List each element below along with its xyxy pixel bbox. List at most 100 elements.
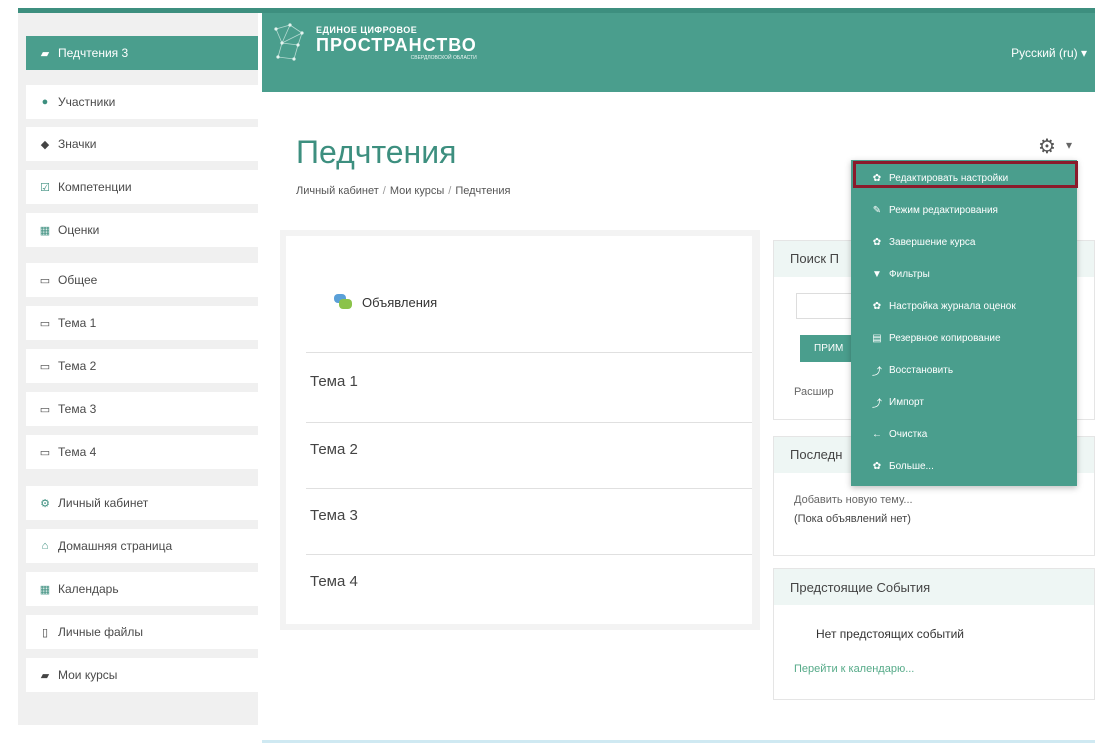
logo-text-small: ЕДИНОЕ ЦИФРОВОЕ	[316, 25, 418, 35]
folder-icon: ▭	[39, 274, 51, 287]
menu-item-edit-mode[interactable]: ✎ Режим редактирования	[851, 194, 1077, 226]
arrow-left-icon: ←	[872, 428, 882, 440]
menu-item-label: Режим редактирования	[889, 204, 998, 216]
sidebar-item-calendar[interactable]: ▦ Календарь	[26, 572, 258, 606]
sidebar-item-private-files[interactable]: ▯ Личные файлы	[26, 615, 258, 649]
section-topic-2[interactable]: Тема 2	[306, 422, 752, 458]
sidebar-item-label: Значки	[58, 137, 97, 151]
add-topic-link[interactable]: Добавить новую тему...	[794, 494, 913, 506]
sidebar-item-competencies[interactable]: ☑ Компетенции	[26, 170, 258, 204]
dashboard-icon: ⚙	[40, 497, 50, 510]
users-icon: ●	[41, 96, 49, 108]
sidebar-item-label: Компетенции	[58, 180, 132, 194]
menu-item-import[interactable]: ⤴ Импорт	[851, 386, 1077, 418]
sidebar-item-label: Календарь	[58, 582, 119, 596]
menu-item-backup[interactable]: ▤ Резервное копирование	[851, 322, 1077, 354]
logo-text-big: ПРОСТРАНСТВО	[316, 35, 477, 55]
top-navbar: ЕДИНОЕ ЦИФРОВОЕ ПРОСТРАНСТВО СВЕРДЛОВСКО…	[262, 13, 1095, 92]
chevron-down-icon[interactable]: ▾	[1066, 138, 1072, 152]
gear-icon: ✿	[872, 460, 882, 472]
menu-item-gradebook-setup[interactable]: ✿ Настройка журнала оценок	[851, 290, 1077, 322]
search-button[interactable]: ПРИМ	[800, 335, 858, 362]
sidebar-item-topic-1[interactable]: ▭ Тема 1	[26, 306, 258, 340]
sidebar-item-label: Оценки	[58, 223, 100, 237]
gear-icon: ✿	[872, 236, 882, 248]
upload-icon: ⤴	[872, 398, 882, 410]
breadcrumb-separator: /	[448, 185, 452, 197]
section-topic-3[interactable]: Тема 3	[306, 488, 752, 524]
course-content: Объявления Тема 1 Тема 2 Тема 3 Тема 4	[280, 230, 760, 630]
sidebar-item-my-courses[interactable]: ▰ Мои курсы	[26, 658, 258, 692]
menu-item-reset[interactable]: ← Очистка	[851, 418, 1077, 450]
menu-item-label: Импорт	[889, 396, 924, 408]
logo-text-region: СВЕРДЛОВСКОЙ ОБЛАСТИ	[410, 55, 477, 61]
folder-icon: ▭	[39, 403, 51, 416]
sidebar-item-label: Педчтения 3	[58, 46, 129, 60]
checkbox-icon: ☑	[40, 181, 50, 194]
sidebar-item-label: Тема 2	[58, 359, 97, 373]
menu-item-course-completion[interactable]: ✿ Завершение курса	[851, 226, 1077, 258]
sidebar-item-participants[interactable]: ● Участники	[26, 85, 258, 119]
menu-item-label: Восстановить	[889, 364, 954, 376]
breadcrumb-course[interactable]: Педчтения	[455, 185, 510, 197]
folder-icon: ▭	[39, 317, 51, 330]
breadcrumb-my-courses[interactable]: Мои курсы	[390, 185, 444, 197]
sidebar-item-label: Тема 1	[58, 316, 97, 330]
sidebar-item-home[interactable]: ⌂ Домашняя страница	[26, 529, 258, 563]
calendar-link[interactable]: Перейти к календарю...	[794, 663, 914, 675]
sidebar-item-course[interactable]: ▰ Педчтения 3	[26, 36, 258, 70]
filter-icon: ▼	[872, 268, 882, 280]
sidebar-item-badges[interactable]: ◆ Значки	[26, 127, 258, 161]
breadcrumb-separator: /	[382, 185, 386, 197]
section-topic-1[interactable]: Тема 1	[306, 352, 752, 390]
breadcrumb: Личный кабинет / Мои курсы / Педчтения	[296, 185, 510, 197]
course-actions-menu: ✿ Редактировать настройки ✎ Режим редакт…	[851, 160, 1077, 486]
language-menu[interactable]: Русский (ru) ▾	[1011, 46, 1087, 60]
footer-line	[262, 740, 1095, 743]
sidebar-item-label: Тема 3	[58, 402, 97, 416]
course-sections: Объявления Тема 1 Тема 2 Тема 3 Тема 4	[286, 236, 752, 624]
gear-icon: ✿	[872, 172, 882, 184]
sidebar-item-label: Личный кабинет	[58, 496, 149, 510]
menu-item-filters[interactable]: ▼ Фильтры	[851, 258, 1077, 290]
events-block-title: Предстоящие События	[774, 569, 1094, 605]
sidebar-item-label: Участники	[58, 95, 116, 109]
news-empty-text: (Пока объявлений нет)	[794, 513, 911, 525]
menu-item-label: Фильтры	[889, 268, 930, 280]
sidebar-item-topic-2[interactable]: ▭ Тема 2	[26, 349, 258, 383]
gear-icon[interactable]: ⚙	[1038, 134, 1056, 159]
home-icon: ⌂	[41, 540, 49, 552]
pencil-icon: ✎	[872, 204, 882, 216]
sidebar-item-label: Общее	[58, 273, 98, 287]
graduation-cap-icon: ▰	[40, 669, 50, 682]
folder-icon: ▭	[39, 446, 51, 459]
file-icon: ▯	[41, 626, 49, 639]
menu-item-edit-settings[interactable]: ✿ Редактировать настройки	[851, 162, 1077, 194]
menu-item-label: Настройка журнала оценок	[889, 300, 1016, 312]
breadcrumb-dashboard[interactable]: Личный кабинет	[296, 185, 379, 197]
forum-announcements[interactable]: Объявления	[334, 294, 437, 310]
sidebar-item-topic-3[interactable]: ▭ Тема 3	[26, 392, 258, 426]
sidebar-item-dashboard[interactable]: ⚙ Личный кабинет	[26, 486, 258, 520]
menu-item-label: Больше...	[889, 460, 934, 472]
advanced-search-link[interactable]: Расшир	[794, 386, 834, 398]
menu-item-label: Завершение курса	[889, 236, 976, 248]
section-topic-4[interactable]: Тема 4	[306, 554, 752, 590]
forum-label: Объявления	[362, 294, 438, 310]
menu-item-label: Очистка	[889, 428, 928, 440]
sidebar-item-label: Мои курсы	[58, 668, 118, 682]
sidebar: ▰ Педчтения 3 ● Участники ◆ Значки ☑ Ком…	[18, 13, 258, 725]
sidebar-item-grades[interactable]: ▦ Оценки	[26, 213, 258, 247]
file-icon: ▤	[872, 332, 882, 344]
sidebar-item-general[interactable]: ▭ Общее	[26, 263, 258, 297]
events-empty-text: Нет предстоящих событий	[816, 627, 965, 641]
menu-item-restore[interactable]: ⤴ Восстановить	[851, 354, 1077, 386]
menu-item-more[interactable]: ✿ Больше...	[851, 450, 1077, 482]
sidebar-item-label: Тема 4	[58, 445, 97, 459]
forum-icon	[334, 294, 352, 310]
site-logo[interactable]: ЕДИНОЕ ЦИФРОВОЕ ПРОСТРАНСТВО СВЕРДЛОВСКО…	[272, 21, 477, 65]
table-icon: ▦	[39, 224, 51, 237]
sidebar-item-label: Домашняя страница	[58, 539, 173, 553]
sidebar-item-topic-4[interactable]: ▭ Тема 4	[26, 435, 258, 469]
sidebar-item-label: Личные файлы	[58, 625, 143, 639]
